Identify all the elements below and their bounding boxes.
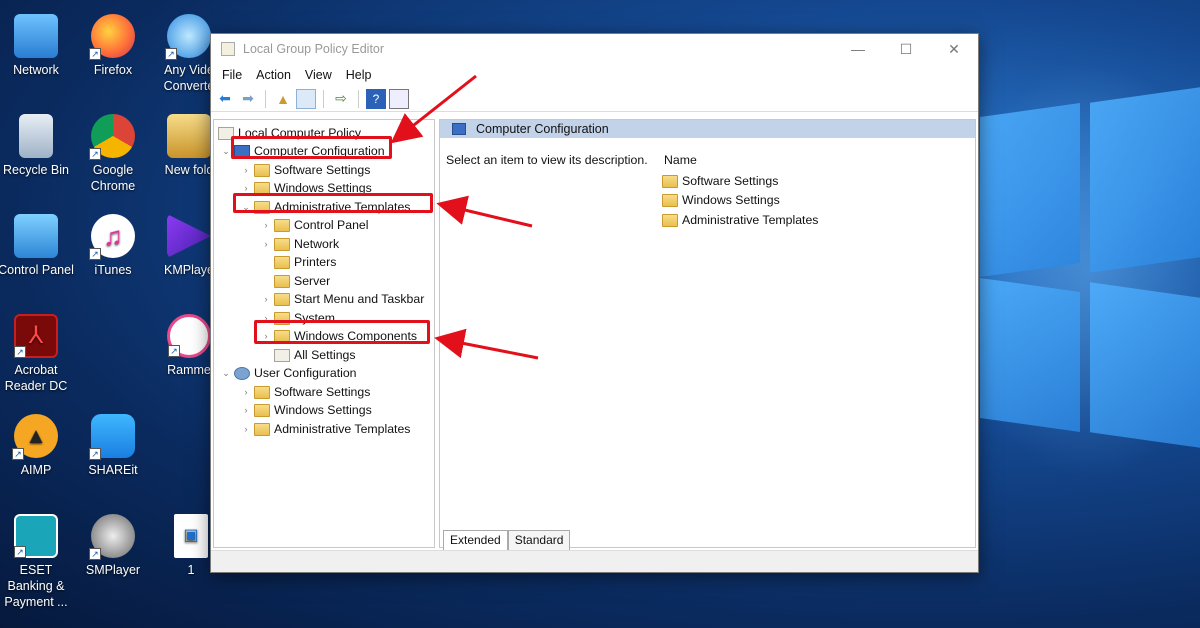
annotation-arrow [436,195,533,228]
annotation-arrows [390,74,539,360]
annotation-arrow [390,74,477,144]
annotation-arrow [434,328,539,360]
